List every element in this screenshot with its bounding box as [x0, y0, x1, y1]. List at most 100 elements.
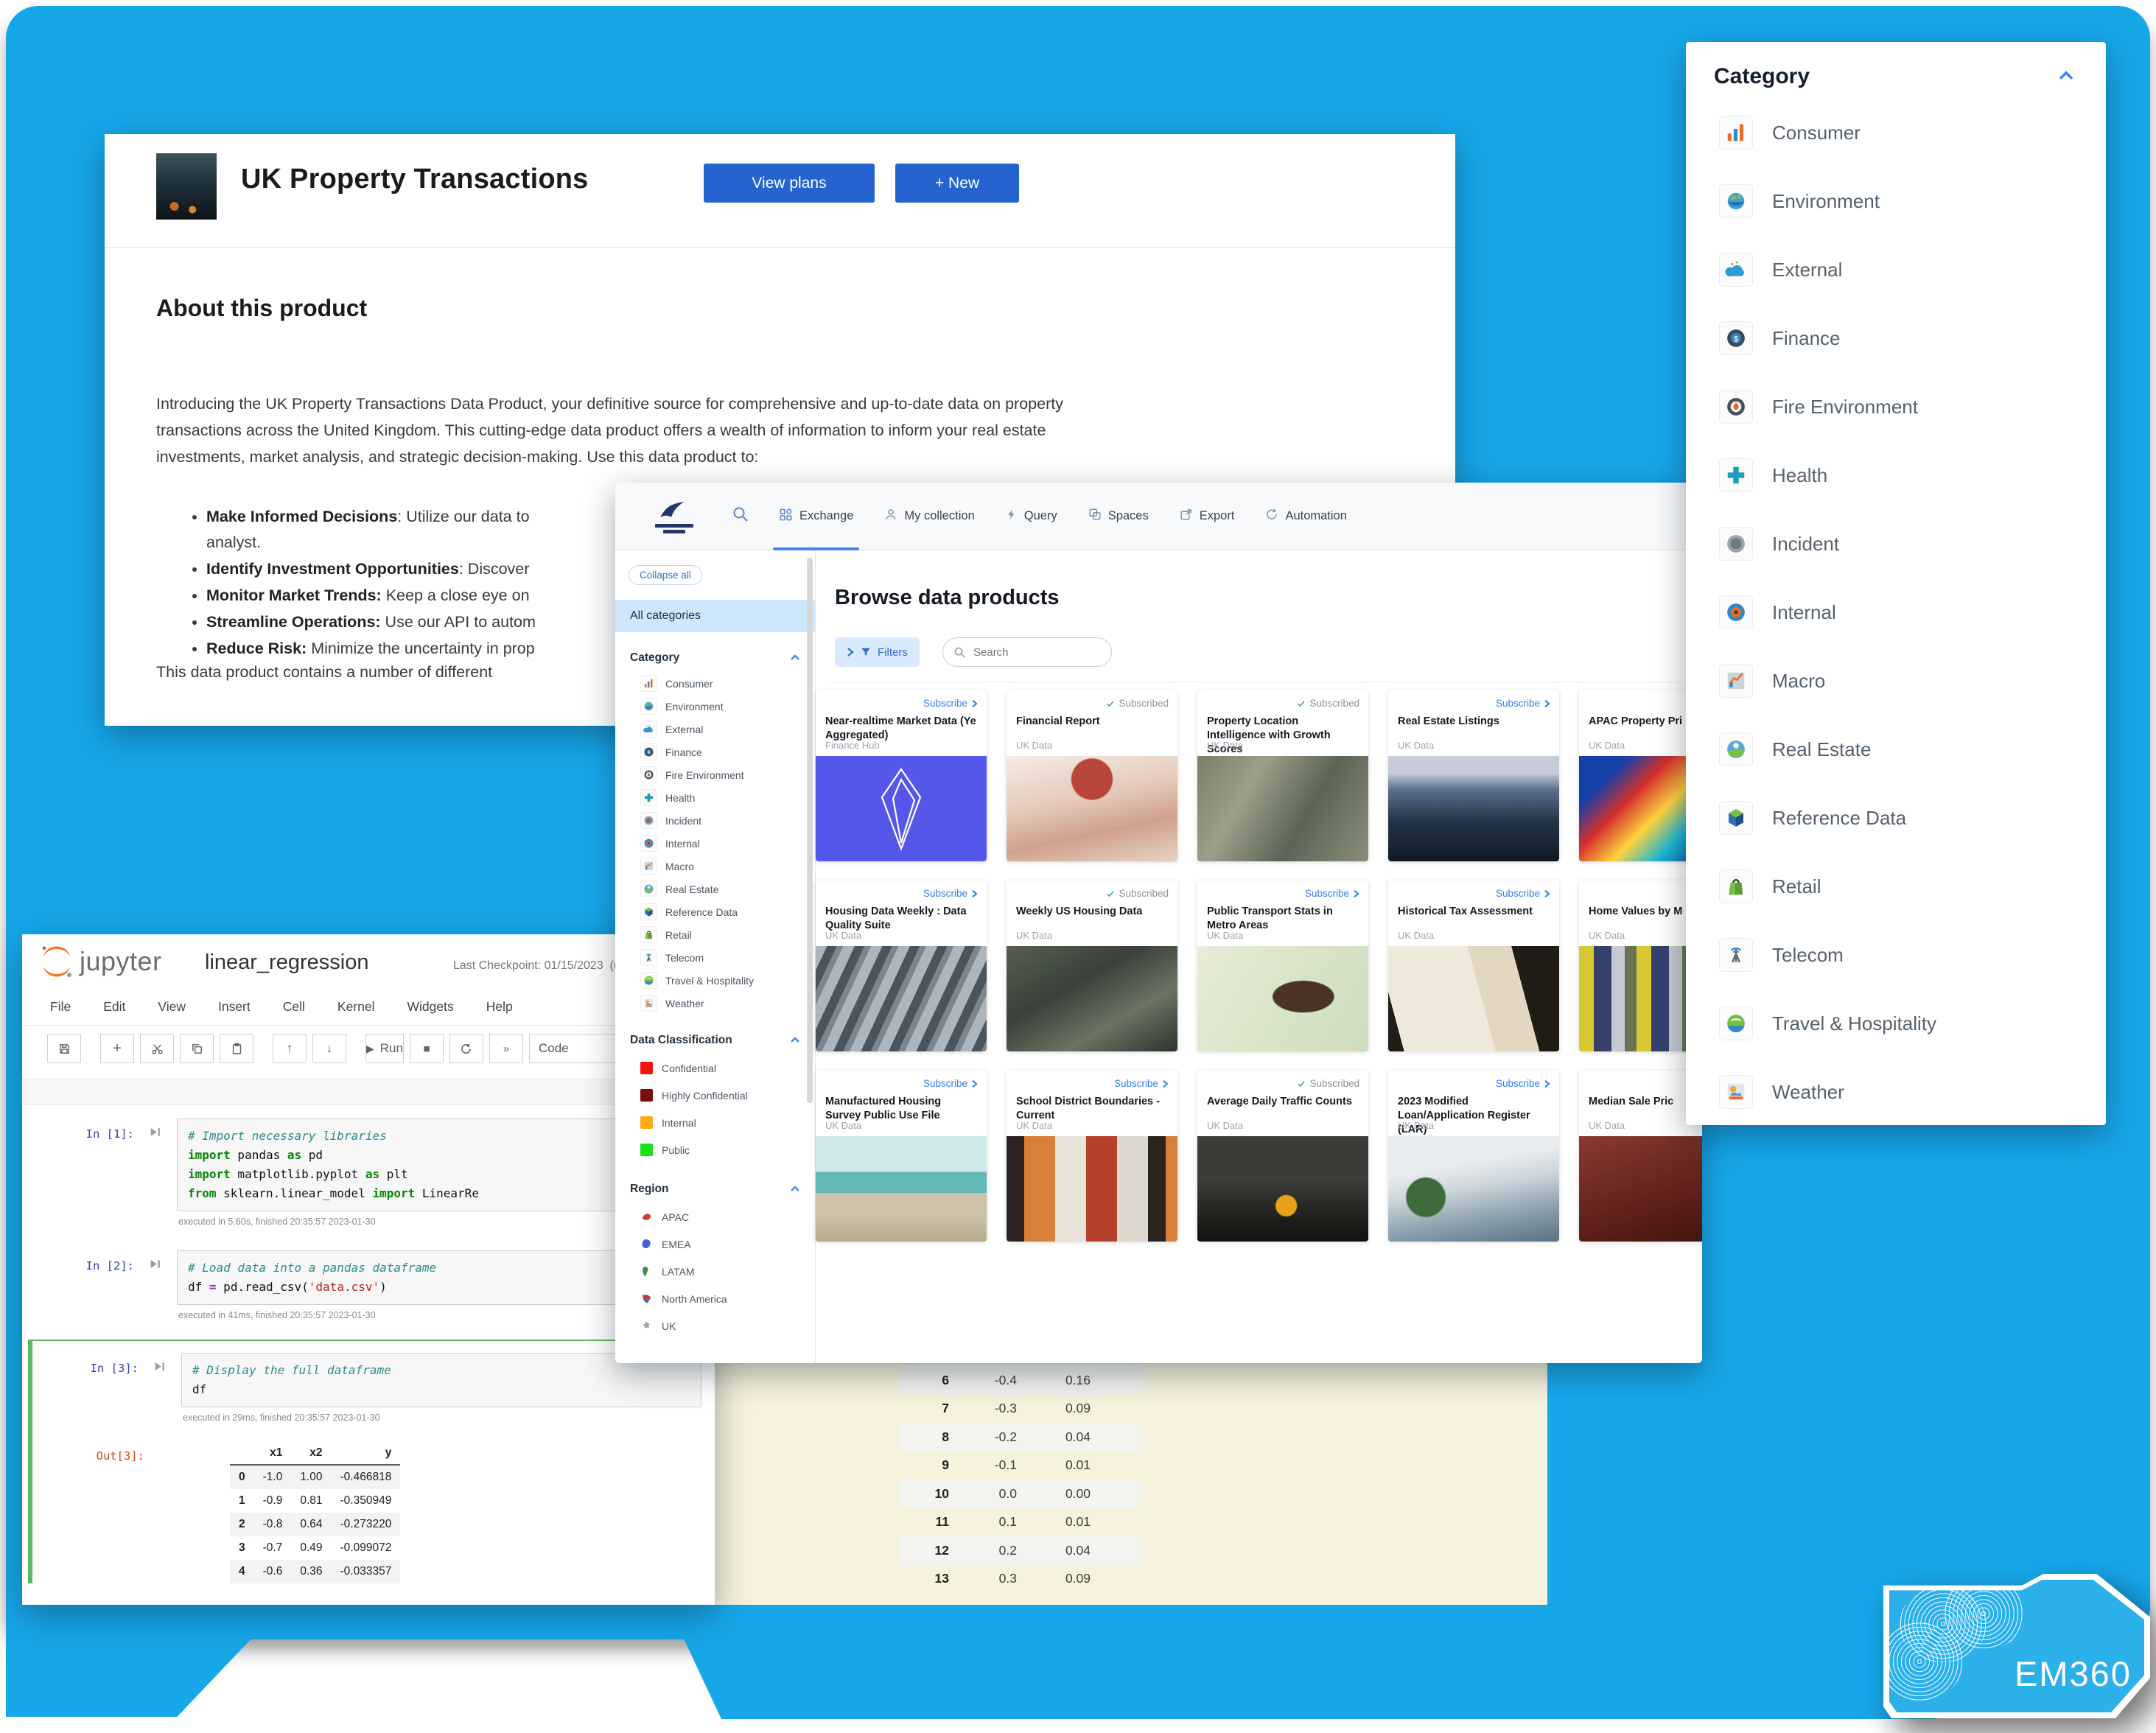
product-card[interactable]: Subscribe Housing Data Weekly : Data Qua… [816, 880, 987, 1051]
view-plans-button[interactable]: View plans [704, 164, 875, 203]
restart-button[interactable] [449, 1034, 483, 1063]
flyout-item-telecom[interactable]: Telecom [1719, 938, 1844, 972]
subscribe-link[interactable]: Subscribe [1114, 1078, 1169, 1089]
product-card[interactable]: SubscribedWeekly US Housing DataUK Data [1007, 880, 1177, 1051]
cut-button[interactable] [140, 1034, 174, 1063]
sidebar-item-telecom[interactable]: Telecom [615, 946, 815, 969]
menu-widgets[interactable]: Widgets [407, 999, 454, 1015]
code-cell[interactable]: In [3]:# Display the full dataframe dfex… [32, 1348, 715, 1423]
product-card[interactable]: Subscribe Real Estate ListingsUK Data [1388, 690, 1559, 861]
chevron-up-icon[interactable] [2057, 69, 2075, 85]
product-card[interactable]: Subscribe School District Boundaries - C… [1007, 1071, 1177, 1242]
region-item-north-america[interactable]: North America [615, 1285, 815, 1312]
chevron-up-icon[interactable] [790, 651, 800, 665]
classification-item-confidential[interactable]: Confidential [615, 1054, 815, 1082]
tab-automation[interactable]: Automation [1265, 483, 1346, 550]
menu-help[interactable]: Help [486, 999, 513, 1015]
flyout-item-fire-environment[interactable]: Fire Environment [1719, 390, 1918, 424]
subscribe-link[interactable]: Subscribe [1496, 888, 1550, 899]
code-cell[interactable]: In [2]:# Load data into a pandas datafra… [22, 1246, 715, 1320]
add-cell-button[interactable]: + [100, 1034, 134, 1063]
region-item-uk[interactable]: UK [615, 1312, 815, 1340]
region-item-latam[interactable]: LATAM [615, 1258, 815, 1285]
sidebar-item-internal[interactable]: Internal [615, 832, 815, 855]
product-card[interactable]: Subscribe APAC Property PriUK Data [1579, 690, 1702, 861]
sidebar-item-real-estate[interactable]: Real Estate [615, 878, 815, 900]
tab-export[interactable]: Export [1180, 483, 1235, 550]
flyout-item-incident[interactable]: Incident [1719, 527, 1839, 561]
subscribe-link[interactable]: Subscribe [923, 888, 978, 899]
menu-view[interactable]: View [158, 999, 186, 1015]
subscribe-link[interactable]: Subscribe [1496, 1078, 1550, 1089]
sidebar-item-consumer[interactable]: Consumer [615, 672, 815, 695]
product-card[interactable]: Subscribe Near-realtime Market Data (Ye … [816, 690, 987, 861]
collapse-cell-icon[interactable] [134, 1250, 177, 1320]
classification-item-highly-confidential[interactable]: Highly Confidential [615, 1082, 815, 1109]
product-card[interactable]: Subscribe Median Sale PricUK Data [1579, 1071, 1702, 1242]
flyout-item-external[interactable]: External [1719, 253, 1842, 287]
flyout-item-retail[interactable]: Retail [1719, 869, 1821, 903]
product-card[interactable]: SubscribedAverage Daily Traffic CountsUK… [1197, 1071, 1368, 1242]
collapse-cell-icon[interactable] [139, 1353, 181, 1423]
sidebar-scrollbar[interactable] [807, 558, 813, 1103]
notebook-filename[interactable]: linear_regression [205, 950, 368, 975]
stop-button[interactable]: ■ [410, 1034, 444, 1063]
product-card[interactable]: SubscribedFinancial ReportUK Data [1007, 690, 1177, 861]
chevron-up-icon[interactable] [790, 1034, 800, 1047]
search-input[interactable] [972, 645, 1085, 659]
flyout-item-consumer[interactable]: Consumer [1719, 116, 1861, 150]
menu-kernel[interactable]: Kernel [337, 999, 375, 1015]
classification-item-public[interactable]: Public [615, 1136, 815, 1163]
sidebar-item-incident[interactable]: Incident [615, 809, 815, 832]
sidebar-item-weather[interactable]: Weather [615, 992, 815, 1015]
flyout-item-finance[interactable]: $Finance [1719, 321, 1841, 355]
filters-button[interactable]: Filters [835, 637, 920, 667]
flyout-item-real-estate[interactable]: Real Estate [1719, 732, 1871, 766]
sidebar-item-external[interactable]: External [615, 718, 815, 741]
move-up-button[interactable]: ↑ [273, 1034, 307, 1063]
search-icon[interactable] [732, 505, 749, 527]
chevron-up-icon[interactable] [790, 1183, 800, 1196]
sidebar-item-retail[interactable]: Retail [615, 923, 815, 946]
classification-item-internal[interactable]: Internal [615, 1109, 815, 1136]
tab-spaces[interactable]: Spaces [1088, 483, 1149, 550]
menu-cell[interactable]: Cell [283, 999, 305, 1015]
flyout-item-weather[interactable]: Weather [1719, 1075, 1844, 1109]
region-item-emea[interactable]: EMEA [615, 1230, 815, 1258]
flyout-item-environment[interactable]: Environment [1719, 184, 1880, 218]
product-card[interactable]: Subscribe Manufactured Housing Survey Pu… [816, 1071, 987, 1242]
sidebar-item-travel-hospitality[interactable]: Travel & Hospitality [615, 969, 815, 992]
sidebar-item-environment[interactable]: Environment [615, 695, 815, 718]
copy-button[interactable] [180, 1034, 214, 1063]
product-card[interactable]: Subscribe Historical Tax AssessmentUK Da… [1388, 880, 1559, 1051]
sidebar-item-health[interactable]: Health [615, 786, 815, 809]
menu-insert[interactable]: Insert [218, 999, 251, 1015]
menu-edit[interactable]: Edit [103, 999, 125, 1015]
product-card[interactable]: Subscribe Public Transport Stats in Metr… [1197, 880, 1368, 1051]
subscribe-link[interactable]: Subscribe [1496, 698, 1550, 709]
product-card[interactable]: Subscribe Home Values by MUK Data [1579, 880, 1702, 1051]
product-card[interactable]: SubscribedProperty Location Intelligence… [1197, 690, 1368, 861]
paste-button[interactable] [220, 1034, 253, 1063]
flyout-item-internal[interactable]: Internal [1719, 595, 1836, 629]
move-down-button[interactable]: ↓ [312, 1034, 346, 1063]
save-button[interactable] [47, 1034, 81, 1063]
tab-query[interactable]: Query [1006, 483, 1057, 550]
sidebar-item-finance[interactable]: $Finance [615, 741, 815, 763]
flyout-item-macro[interactable]: Macro [1719, 664, 1825, 698]
product-card[interactable]: Subscribe 2023 Modified Loan/Application… [1388, 1071, 1559, 1242]
sidebar-item-macro[interactable]: Macro [615, 855, 815, 878]
collapse-all-button[interactable]: Collapse all [629, 565, 702, 585]
menu-file[interactable]: File [50, 999, 71, 1015]
region-item-apac[interactable]: APAC [615, 1203, 815, 1230]
tab-my-collection[interactable]: My collection [884, 483, 974, 550]
subscribe-link[interactable]: Subscribe [923, 1078, 978, 1089]
f-forward-button[interactable]: » [489, 1034, 523, 1063]
new-button[interactable]: + New [895, 164, 1019, 203]
run-button[interactable]: ▶Run [365, 1034, 404, 1063]
flyout-item-reference-data[interactable]: Reference Data [1719, 801, 1906, 835]
sidebar-item-reference-data[interactable]: Reference Data [615, 900, 815, 923]
collapse-cell-icon[interactable] [134, 1118, 177, 1227]
tab-exchange[interactable]: Exchange [779, 483, 853, 550]
sidebar-item-fire-environment[interactable]: Fire Environment [615, 763, 815, 786]
